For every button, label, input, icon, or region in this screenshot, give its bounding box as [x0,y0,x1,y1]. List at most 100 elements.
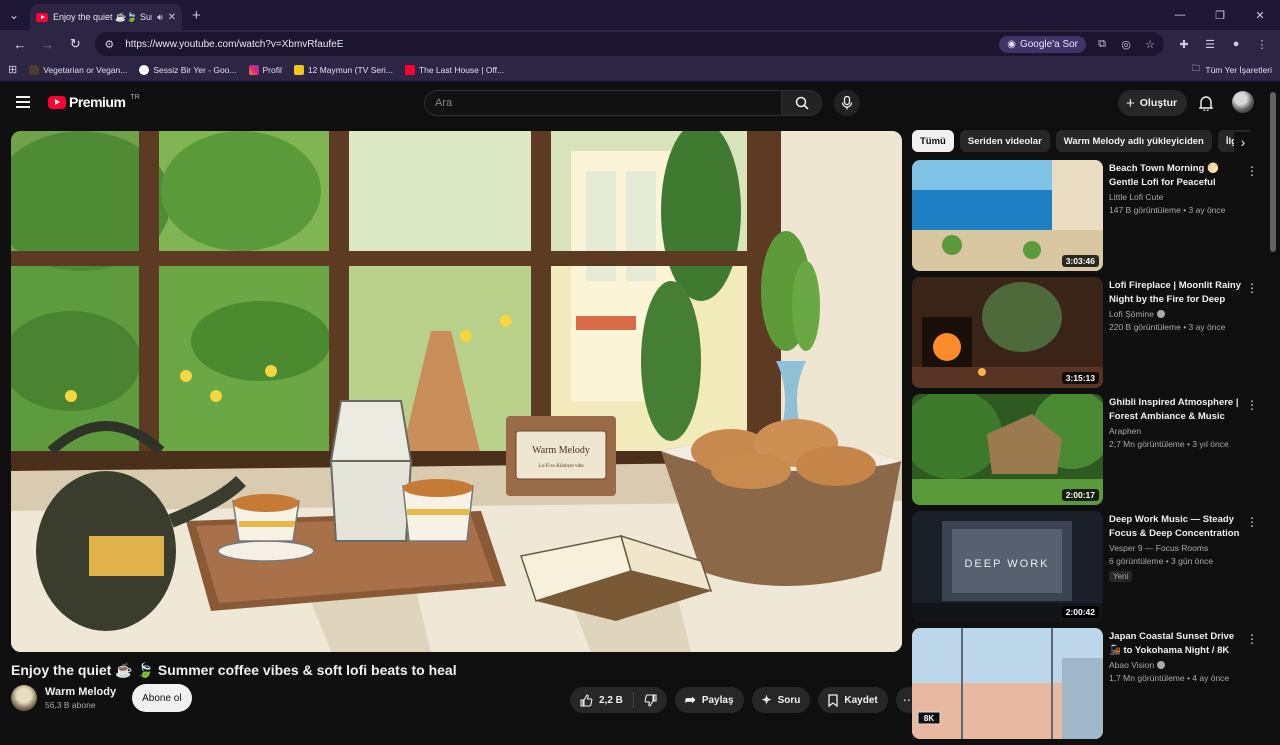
recommendation-channel[interactable]: Vesper 9 — Focus Rooms [1109,543,1247,553]
minimize-icon[interactable]: — [1160,0,1200,30]
restore-icon[interactable]: ❐ [1200,0,1240,30]
verified-icon [1157,661,1166,669]
search-input[interactable]: Ara [424,90,782,116]
bookmark-item[interactable]: Sessiz Bir Yer - Goo... [139,64,237,75]
ask-label: Soru [777,694,801,706]
browser-tab-active[interactable]: Enjoy the quiet ☕🍃 Summ 🔊︎ ✕ [30,4,182,30]
channel-label: Little Lofi Cute [1109,192,1164,202]
subscribe-button[interactable]: Abone ol [132,684,192,712]
google-favicon-icon [139,64,150,75]
video-thumbnail[interactable]: 3:15:13 [912,277,1103,388]
instagram-favicon-icon [248,64,259,75]
chip-from-uploader[interactable]: Warm Melody adlı yükleyiciden [1055,130,1212,152]
video-thumbnail[interactable]: 2:00:17 [912,394,1103,505]
recommendation-meta: 220 B görüntüleme • 3 ay önce [1109,322,1226,332]
notifications-button[interactable] [1196,93,1216,113]
recommendation-item[interactable]: 3:03:46 Beach Town Morning 🌕 Gentle Lofi… [912,160,1262,277]
video-thumbnail[interactable]: 3:03:46 [912,160,1103,271]
dislike-button[interactable] [634,687,667,713]
eye-off-icon[interactable]: ◎ [1118,38,1134,51]
imdb-favicon-icon [293,64,304,75]
bookmark-item[interactable]: 12 Maymun (TV Seri... [293,64,393,75]
recommendation-channel[interactable]: Little Lofi Cute [1109,192,1247,202]
recommendation-title[interactable]: Japan Coastal Sunset Drive 🚂 to Yokohama… [1109,630,1247,658]
recommendation-item[interactable]: 8K Japan Coastal Sunset Drive 🚂 to Yokoh… [912,628,1262,745]
more-vertical-icon[interactable]: ⋮ [1246,632,1258,646]
recommendation-title[interactable]: Deep Work Music — Steady Focus & Deep Co… [1109,513,1247,541]
voice-search-button[interactable] [834,90,860,116]
channel-avatar[interactable] [11,685,37,711]
back-button[interactable]: ← [8,32,32,56]
channel-info: Warm Melody 56,3 B abone [45,686,116,710]
more-vertical-icon[interactable]: ⋮ [1246,164,1258,178]
recommendation-channel[interactable]: Lofi Şömine [1109,309,1247,319]
recommendation-title[interactable]: Lofi Fireplace | Moonlit Rainy Night by … [1109,279,1247,307]
recommendation-channel[interactable]: Araphen [1109,426,1247,436]
chip-from-series[interactable]: Seriden videolar [959,130,1050,152]
ask-google-label: Google'a Sor [1019,38,1079,50]
logo-text: Premium [69,94,126,110]
thumbs-down-icon [644,693,657,707]
country-code: TR [130,93,140,101]
channel-name[interactable]: Warm Melody [45,686,116,698]
account-avatar[interactable] [1232,91,1254,113]
video-actions: 2,2 B ➦ Paylaş ✦ Soru Kaydet ⋯ [570,687,922,713]
tab-close-icon[interactable]: ✕ [168,12,176,23]
youtube-premium-logo[interactable]: Premium TR [48,94,140,110]
ask-button[interactable]: ✦ Soru [751,687,811,713]
audio-playing-icon[interactable]: 🔊︎ [157,12,163,23]
url-text[interactable]: https://www.youtube.com/watch?v=XbmvRfau… [125,39,991,50]
recommendation-item[interactable]: 3:15:13 Lofi Fireplace | Moonlit Rainy N… [912,277,1262,394]
bookmark-item[interactable]: Profil [248,64,282,75]
sparkle-icon: ✦ [761,693,772,707]
deep-work-text: DEEP WORK [964,558,1049,570]
share-button[interactable]: ➦ Paylaş [674,687,744,713]
site-info-icon[interactable]: ⚙ [101,38,117,51]
recommendation-item[interactable]: 2:00:17 Ghibli Inspired Atmosphere | For… [912,394,1262,511]
more-vertical-icon[interactable]: ⋮ [1246,398,1258,412]
extensions-puzzle-icon[interactable]: ✚ [1174,38,1194,51]
browser-toolbar: ← → ↻ ⚙ https://www.youtube.com/watch?v=… [0,30,1280,58]
install-app-icon[interactable]: ⧉ [1094,38,1110,51]
profile-icon[interactable]: ● [1226,38,1246,51]
sign-line1: Warm Melody [532,445,590,456]
recommendation-channel[interactable]: Abao Vision [1109,660,1247,670]
video-thumbnail[interactable]: DEEP WORK 2:00:42 [912,511,1103,622]
more-vertical-icon[interactable]: ⋮ [1246,281,1258,295]
page-scrollbar[interactable] [1270,92,1276,252]
tab-search-icon[interactable]: ⌄ [0,0,28,30]
save-button[interactable]: Kaydet [818,687,888,713]
new-tab-button[interactable]: + [192,7,201,24]
recommendation-item[interactable]: DEEP WORK 2:00:42 Deep Work Music — Stea… [912,511,1262,628]
all-bookmarks-folder[interactable]: 🗀︎ Tüm Yer İşaretleri [1192,63,1272,77]
reading-list-icon[interactable]: ☰ [1200,38,1220,51]
bookmark-item[interactable]: Vegetarian or Vegan... [29,64,127,75]
video-title: Enjoy the quiet ☕ 🍃 Summer coffee vibes … [11,662,457,678]
guide-menu-icon[interactable] [16,96,30,108]
channel-label: Lofi Şömine [1109,309,1154,319]
like-button[interactable]: 2,2 B [570,687,633,713]
reload-button[interactable]: ↻ [64,32,88,56]
apps-grid-icon[interactable]: ⊞ [8,63,17,76]
recommendation-info: Deep Work Music — Steady Focus & Deep Co… [1109,511,1247,628]
chip-all[interactable]: Tümü [912,130,954,152]
address-bar[interactable]: ⚙ https://www.youtube.com/watch?v=XbmvRf… [95,32,1165,56]
ask-google-button[interactable]: ◉ Google'a Sor [999,35,1087,53]
sign-line2: Lo-Fi to Kilobyte vibe [538,464,584,469]
search-box: Ara [424,90,822,116]
recommendation-title[interactable]: Ghibli Inspired Atmosphere | Forest Ambi… [1109,396,1247,424]
video-thumbnail[interactable]: 8K [912,628,1103,739]
search-button[interactable] [782,90,822,116]
more-vertical-icon[interactable]: ⋮ [1246,515,1258,529]
video-player[interactable]: Warm Melody Lo-Fi to Kilobyte vibe [11,131,902,652]
bookmark-star-icon[interactable]: ☆ [1142,38,1158,51]
create-button[interactable]: + Oluştur [1118,90,1188,116]
close-window-icon[interactable]: ✕ [1240,0,1280,30]
browser-tabbar: ⌄ Enjoy the quiet ☕🍃 Summ 🔊︎ ✕ + — ❐ ✕ [0,0,1280,30]
recommendation-title[interactable]: Beach Town Morning 🌕 Gentle Lofi for Pea… [1109,162,1247,190]
bookmark-item[interactable]: The Last House | Off... [404,64,504,75]
browser-menu-icon[interactable]: ⋮ [1252,38,1272,51]
chevron-right-icon[interactable]: › [1234,132,1252,152]
recommendations-list: 3:03:46 Beach Town Morning 🌕 Gentle Lofi… [912,160,1262,745]
forward-button[interactable]: → [36,32,60,56]
